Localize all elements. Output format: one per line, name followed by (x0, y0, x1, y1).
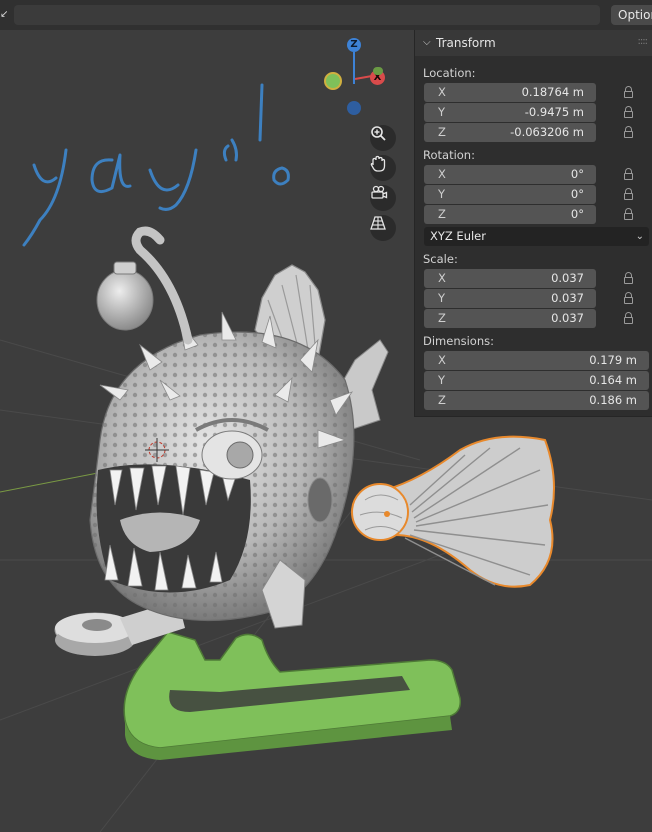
y-axis-ball[interactable] (324, 72, 342, 90)
chevron-down-icon[interactable]: ⌵ (423, 30, 431, 56)
scale-label: Scale: (423, 252, 458, 266)
rotation-label: Rotation: (423, 148, 475, 162)
location-label: Location: (423, 66, 476, 80)
dimensions-y-field[interactable]: Y 0.164 m (424, 371, 649, 390)
rotation-mode-dropdown[interactable]: XYZ Euler ⌄ (424, 227, 649, 246)
location-x-field[interactable]: X 0.18764 m (424, 83, 596, 102)
handwriting-yay (22, 83, 290, 247)
dimensions-z-field[interactable]: Z 0.186 m (424, 391, 649, 410)
grid-perspective-icon[interactable] (370, 215, 396, 241)
lock-icon[interactable] (624, 188, 633, 200)
neg-y-axis-ball[interactable] (373, 67, 383, 75)
camera-view-icon[interactable] (370, 185, 396, 211)
scale-z-field[interactable]: Z 0.037 (424, 309, 596, 328)
dimensions-x-field[interactable]: X 0.179 m (424, 351, 649, 370)
scale-y-field[interactable]: Y 0.037 (424, 289, 596, 308)
zoom-icon[interactable] (370, 125, 396, 151)
chevron-icon[interactable]: ↙ (0, 8, 8, 22)
neg-z-axis-ball[interactable] (347, 101, 361, 115)
header-field[interactable] (14, 5, 600, 25)
lock-icon[interactable] (624, 312, 633, 324)
options-button[interactable]: Option (611, 5, 652, 25)
lock-icon[interactable] (624, 208, 633, 220)
selected-tail[interactable] (351, 435, 555, 588)
lock-icon[interactable] (624, 126, 633, 138)
green-holder[interactable] (123, 631, 462, 760)
lock-icon[interactable] (624, 86, 633, 98)
transform-panel-header[interactable]: ⌵ Transform :::: (415, 30, 652, 56)
location-z-field[interactable]: Z -0.063206 m (424, 123, 596, 142)
rotation-y-field[interactable]: Y 0° (424, 185, 596, 204)
chevron-down-icon: ⌄ (635, 231, 644, 242)
z-axis-ball[interactable]: Z (347, 38, 361, 52)
lock-icon[interactable] (624, 168, 633, 180)
drag-handle-icon[interactable]: :::: (638, 29, 649, 55)
scale-x-field[interactable]: X 0.037 (424, 269, 596, 288)
rotation-x-field[interactable]: X 0° (424, 165, 596, 184)
location-y-field[interactable]: Y -0.9475 m (424, 103, 596, 122)
viewport-header: ↙ Option (0, 0, 652, 30)
transform-panel: ⌵ Transform :::: Location: X 0.18764 m Y-… (414, 30, 652, 417)
hand-pan-icon[interactable] (370, 155, 396, 181)
lock-icon[interactable] (624, 292, 633, 304)
lock-icon[interactable] (624, 272, 633, 284)
dimensions-label: Dimensions: (423, 334, 494, 348)
rotation-z-field[interactable]: Z 0° (424, 205, 596, 224)
panel-title: Transform (436, 36, 496, 50)
lock-icon[interactable] (624, 106, 633, 118)
